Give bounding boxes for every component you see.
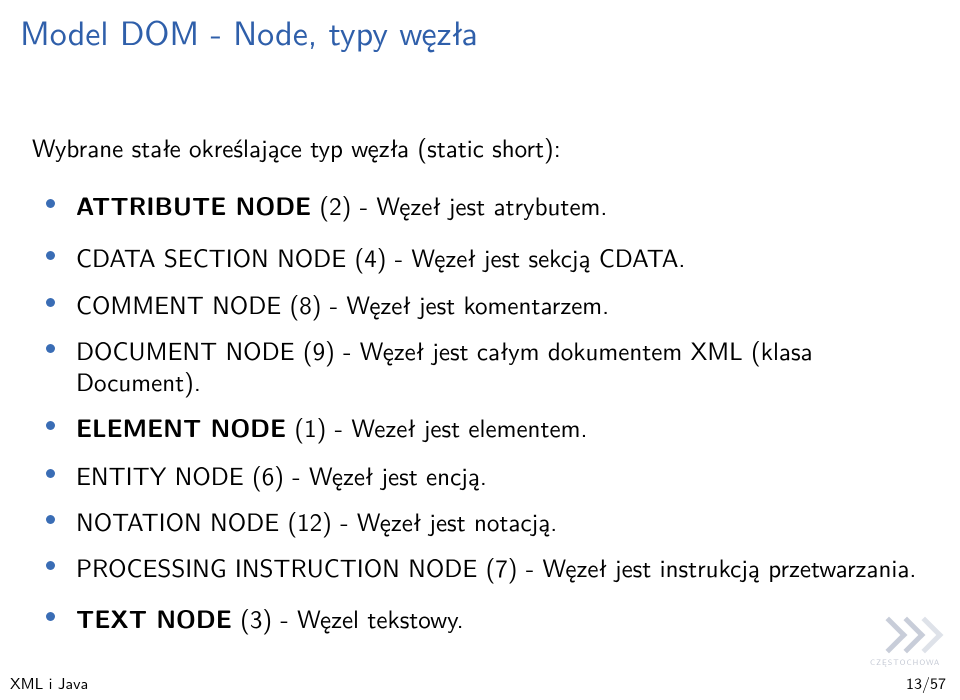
item-rest: (3) - Węzel tekstowy. xyxy=(232,599,464,636)
list-item: TEXT NODE (3) - Węzel tekstowy. xyxy=(76,602,928,634)
item-bold: TEXT NODE xyxy=(76,601,232,636)
bullet-icon xyxy=(46,251,55,260)
item-text: PROCESSING INSTRUCTION NODE (7) - Węzeł … xyxy=(76,548,916,585)
slide-title: Model DOM - Node, typy węzła xyxy=(0,0,960,56)
bullet-list: ATTRIBUTE NODE (2) - Węzeł jest atrybute… xyxy=(0,189,960,635)
bullet-icon xyxy=(46,469,55,478)
bullet-icon xyxy=(46,298,55,307)
list-item: ENTITY NODE (6) - Węzeł jest encją. xyxy=(76,459,928,490)
item-bold: ELEMENT NODE xyxy=(76,410,286,445)
bullet-icon xyxy=(46,199,55,208)
bullet-icon xyxy=(46,421,55,430)
logo-caption: CZĘSTOCHOWA xyxy=(870,657,936,668)
list-item: CDATA SECTION NODE (4) - Węzeł jest sekc… xyxy=(76,241,928,272)
bullet-icon xyxy=(46,515,55,524)
list-item: DOCUMENT NODE (9) - Węzeł jest całym dok… xyxy=(76,334,928,397)
item-text: CDATA SECTION NODE (4) - Węzeł jest sekc… xyxy=(76,238,685,275)
list-item: ELEMENT NODE (1) - Wezeł jest elementem. xyxy=(76,411,928,443)
item-text: ENTITY NODE (6) - Węzeł jest encją. xyxy=(76,456,487,493)
list-item: NOTATION NODE (12) - Węzeł jest notacją. xyxy=(76,505,928,536)
bullet-icon xyxy=(46,612,55,621)
list-item: ATTRIBUTE NODE (2) - Węzeł jest atrybute… xyxy=(76,189,928,221)
bullet-icon xyxy=(46,344,55,353)
footer-right: 13/57 xyxy=(906,671,946,694)
item-text: DOCUMENT NODE (9) - Węzeł jest całym dok… xyxy=(76,331,813,399)
slide-subtitle: Wybrane stałe określające typ węzła (sta… xyxy=(0,56,960,189)
footer-left: XML i Java xyxy=(10,671,88,694)
list-item: COMMENT NODE (8) - Węzeł jest komentarze… xyxy=(76,288,928,319)
bullet-icon xyxy=(46,561,55,570)
list-item: PROCESSING INSTRUCTION NODE (7) - Węzeł … xyxy=(76,551,928,582)
item-rest: (1) - Wezeł jest elementem. xyxy=(286,408,587,445)
item-rest: (2) - Węzeł jest atrybutem. xyxy=(311,186,607,223)
item-bold: ATTRIBUTE NODE xyxy=(76,188,311,223)
item-text: COMMENT NODE (8) - Węzeł jest komentarze… xyxy=(76,285,609,322)
institution-logo: CZĘSTOCHOWA xyxy=(870,612,936,666)
item-text: NOTATION NODE (12) - Węzeł jest notacją. xyxy=(76,502,557,539)
